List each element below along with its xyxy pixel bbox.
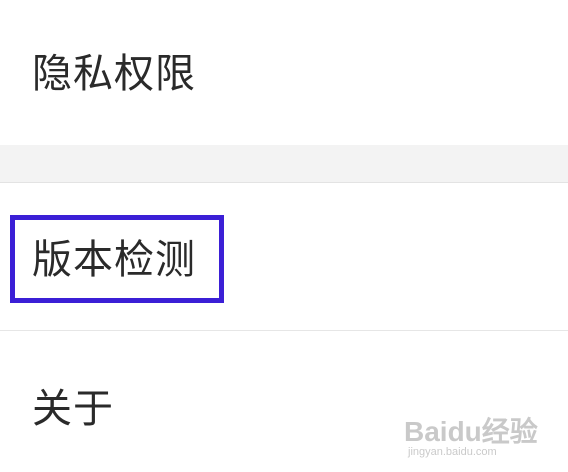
settings-item-label: 版本检测 [32, 237, 196, 283]
settings-item-label: 隐私权限 [32, 51, 196, 97]
baidu-jingyan-watermark: Baidu经验 jingyan.baidu.com [404, 410, 544, 462]
section-separator [0, 145, 568, 183]
watermark-logo: Baidu经验 [404, 416, 538, 447]
settings-item-version-check[interactable]: 版本检测 [0, 183, 568, 330]
settings-item-privacy-permissions[interactable]: 隐私权限 [0, 0, 568, 145]
watermark-url: jingyan.baidu.com [408, 446, 497, 458]
settings-screen: 隐私权限 版本检测 关于 Baidu经验 jingyan.baidu.com [0, 0, 568, 472]
settings-item-label: 关于 [32, 386, 114, 432]
